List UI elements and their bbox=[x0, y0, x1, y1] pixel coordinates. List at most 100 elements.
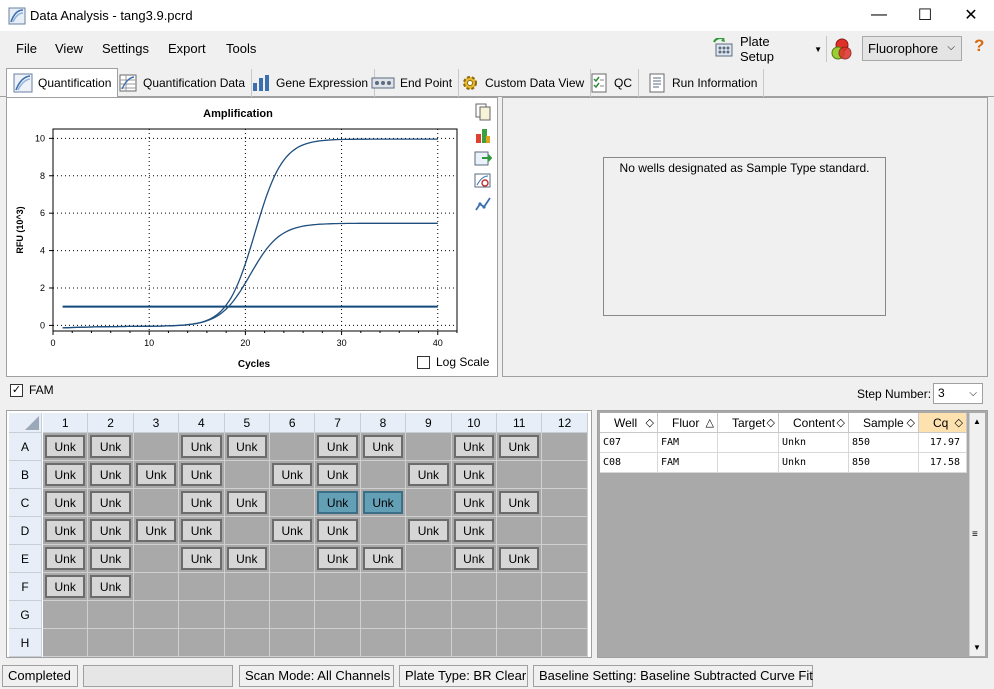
plate-well[interactable] bbox=[133, 545, 180, 573]
plate-well[interactable]: Unk bbox=[315, 517, 361, 545]
plate-well[interactable]: Unk bbox=[315, 545, 361, 573]
plate-well[interactable] bbox=[270, 573, 316, 601]
plate-column-header[interactable]: 12 bbox=[542, 413, 588, 433]
plate-setup-button[interactable]: Plate Setup ▼ bbox=[712, 34, 822, 64]
plate-row-header[interactable]: B bbox=[9, 461, 42, 489]
tab-run-information[interactable]: Run Information bbox=[641, 69, 765, 97]
log-scale-checkbox[interactable] bbox=[417, 356, 430, 369]
plate-well[interactable] bbox=[451, 601, 497, 629]
table-scrollbar[interactable]: ▲ ≡ ▼ bbox=[969, 413, 985, 656]
plate-well[interactable] bbox=[360, 461, 407, 489]
scroll-down-icon[interactable]: ▼ bbox=[973, 643, 981, 652]
scroll-up-icon[interactable]: ▲ bbox=[973, 417, 981, 426]
plate-well[interactable]: Unk bbox=[315, 461, 361, 489]
plate-well[interactable]: Unk bbox=[43, 489, 89, 517]
plate-well[interactable] bbox=[179, 629, 225, 657]
plate-column-header[interactable]: 9 bbox=[406, 413, 452, 433]
plate-well[interactable] bbox=[406, 433, 452, 461]
plate-well[interactable]: Unk bbox=[406, 461, 452, 489]
table-cell[interactable]: Unkn bbox=[779, 433, 849, 453]
plate-column-header[interactable]: 5 bbox=[224, 413, 270, 433]
plate-well[interactable]: Unk bbox=[88, 545, 134, 573]
table-cell[interactable]: C07 bbox=[600, 433, 658, 453]
tab-gene-expression[interactable]: Gene Expression bbox=[245, 69, 376, 97]
plate-well[interactable]: Unk bbox=[133, 517, 180, 545]
maximize-button[interactable]: ☐ bbox=[902, 0, 948, 30]
plate-well[interactable]: Unk bbox=[43, 461, 89, 489]
plate-well[interactable] bbox=[224, 573, 270, 601]
table-cell[interactable]: FAM bbox=[658, 453, 718, 473]
scroll-grip-icon[interactable]: ≡ bbox=[972, 529, 978, 540]
plate-well[interactable] bbox=[542, 629, 588, 657]
column-header-cq[interactable]: Cq ◇ bbox=[919, 413, 967, 433]
plate-well[interactable]: Unk bbox=[179, 433, 225, 461]
plate-well[interactable]: Unk bbox=[451, 461, 497, 489]
plate-column-header[interactable]: 4 bbox=[179, 413, 225, 433]
plate-well[interactable] bbox=[315, 601, 361, 629]
plate-well[interactable]: Unk bbox=[497, 545, 543, 573]
table-cell[interactable]: FAM bbox=[658, 433, 718, 453]
plate-well[interactable] bbox=[133, 629, 180, 657]
menu-view[interactable]: View bbox=[55, 41, 83, 56]
table-cell[interactable]: 17.97 bbox=[919, 433, 967, 453]
plate-corner[interactable] bbox=[9, 413, 42, 433]
close-button[interactable]: ✕ bbox=[948, 0, 994, 30]
plate-well[interactable] bbox=[451, 629, 497, 657]
plate-well[interactable] bbox=[270, 601, 316, 629]
plate-well[interactable] bbox=[270, 489, 316, 517]
table-cell[interactable]: 850 bbox=[849, 453, 919, 473]
plate-column-header[interactable]: 7 bbox=[315, 413, 361, 433]
plate-row-header[interactable]: E bbox=[9, 545, 42, 573]
plate-well[interactable] bbox=[43, 629, 89, 657]
plate-well[interactable]: Unk bbox=[43, 433, 89, 461]
plate-well[interactable]: Unk bbox=[315, 489, 361, 517]
plate-well[interactable] bbox=[360, 629, 407, 657]
help-icon[interactable]: ? bbox=[974, 36, 984, 56]
table-cell[interactable] bbox=[718, 433, 779, 453]
menu-settings[interactable]: Settings bbox=[102, 41, 149, 56]
plate-well[interactable] bbox=[451, 573, 497, 601]
tab-custom-data-view[interactable]: Custom Data View bbox=[454, 69, 592, 97]
plate-well[interactable] bbox=[270, 433, 316, 461]
plate-well[interactable] bbox=[497, 573, 543, 601]
plate-well[interactable]: Unk bbox=[497, 433, 543, 461]
plate-row-header[interactable]: F bbox=[9, 573, 42, 601]
plate-column-header[interactable]: 2 bbox=[88, 413, 134, 433]
minimize-button[interactable]: — bbox=[856, 0, 902, 30]
plate-well[interactable]: Unk bbox=[224, 489, 270, 517]
plate-row-header[interactable]: A bbox=[9, 433, 42, 461]
plate-well[interactable]: Unk bbox=[360, 489, 407, 517]
plate-well[interactable]: Unk bbox=[179, 545, 225, 573]
plate-well[interactable]: Unk bbox=[179, 461, 225, 489]
plate-well[interactable]: Unk bbox=[88, 489, 134, 517]
plate-well[interactable] bbox=[88, 601, 134, 629]
table-cell[interactable] bbox=[718, 453, 779, 473]
plate-row-header[interactable]: G bbox=[9, 601, 42, 629]
chart-color-icon[interactable] bbox=[474, 126, 492, 144]
column-header-well[interactable]: Well ◇ bbox=[600, 413, 658, 433]
plate-well[interactable]: Unk bbox=[88, 573, 134, 601]
plate-well[interactable]: Unk bbox=[270, 461, 316, 489]
plate-well[interactable] bbox=[133, 489, 180, 517]
zoom-chart-icon[interactable] bbox=[474, 172, 492, 190]
well-colors-icon[interactable] bbox=[830, 38, 854, 60]
fluorophore-select[interactable]: Fluorophore ⌵ bbox=[862, 36, 962, 61]
plate-well[interactable] bbox=[133, 601, 180, 629]
plate-column-header[interactable]: 1 bbox=[43, 413, 89, 433]
column-header-sample[interactable]: Sample ◇ bbox=[849, 413, 919, 433]
plate-well[interactable] bbox=[542, 433, 588, 461]
plate-well[interactable] bbox=[542, 489, 588, 517]
menu-export[interactable]: Export bbox=[168, 41, 206, 56]
plate-well[interactable] bbox=[360, 517, 407, 545]
plate-well[interactable] bbox=[224, 461, 270, 489]
plate-well[interactable] bbox=[497, 601, 543, 629]
plate-well[interactable]: Unk bbox=[451, 517, 497, 545]
plate-well[interactable]: Unk bbox=[224, 433, 270, 461]
plate-well[interactable]: Unk bbox=[43, 573, 89, 601]
plate-well[interactable] bbox=[133, 573, 180, 601]
plate-well[interactable] bbox=[497, 461, 543, 489]
plate-well[interactable] bbox=[406, 573, 452, 601]
plate-well[interactable]: Unk bbox=[43, 517, 89, 545]
plate-well[interactable]: Unk bbox=[360, 433, 407, 461]
plate-well[interactable]: Unk bbox=[179, 489, 225, 517]
